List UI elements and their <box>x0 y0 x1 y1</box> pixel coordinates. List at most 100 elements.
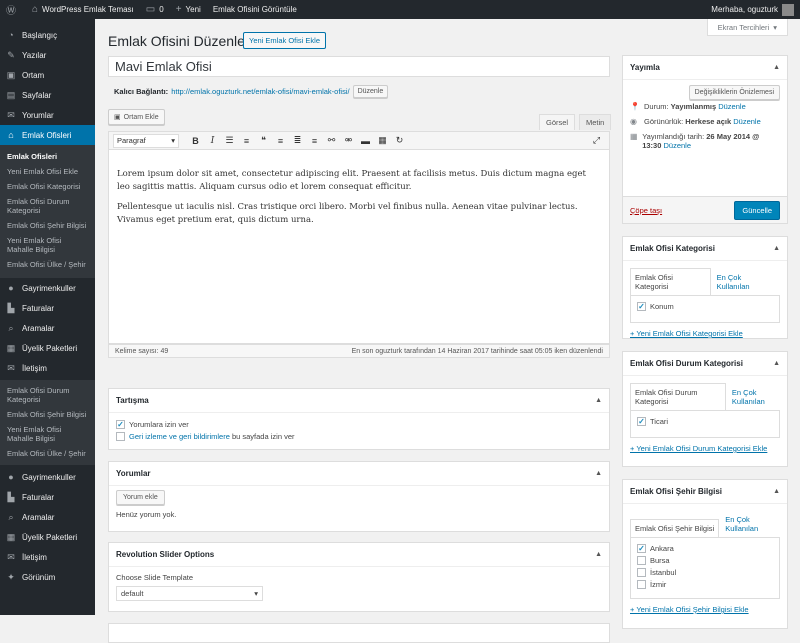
site-name-link[interactable]: ⌂ WordPress Emlak Teması <box>26 0 140 19</box>
format-select[interactable]: Paragraf ▾ <box>113 133 179 148</box>
post-title-input[interactable]: Mavi Emlak Ofisi <box>108 56 610 77</box>
add-media-button[interactable]: ▣ Ortam Ekle <box>108 109 165 125</box>
tab-visual[interactable]: Görsel <box>539 114 576 130</box>
term-checkbox[interactable] <box>637 556 646 565</box>
blockquote-icon[interactable]: ❝ <box>255 135 272 146</box>
submenu-item[interactable]: Emlak Ofisi Durum Kategorisi <box>0 194 95 218</box>
submenu-item[interactable]: Yeni Emlak Ofisi Mahalle Bilgisi <box>0 233 95 257</box>
term-checkbox[interactable] <box>637 580 646 589</box>
city-header[interactable]: Emlak Ofisi Şehir Bilgisi ▲ <box>623 480 787 504</box>
edit-status-link[interactable]: Düzenle <box>718 102 746 111</box>
comments-header[interactable]: Yorumlar ▲ <box>109 462 609 486</box>
sidebar-item-faturalar[interactable]: ▙ Faturalar <box>0 298 95 318</box>
screen-options-button[interactable]: Ekran Tercihleri ▾ <box>706 19 788 36</box>
trackbacks-link[interactable]: Geri izleme ve geri bildirimlere <box>129 432 230 441</box>
move-to-trash-link[interactable]: Çöpe taşı <box>630 206 662 215</box>
submenu-item[interactable]: Yeni Emlak Ofisi Mahalle Bilgisi <box>0 422 95 446</box>
sidebar-item-yorumlar[interactable]: ✉ Yorumlar <box>0 105 95 125</box>
permalink-url[interactable]: http://emlak.oguzturk.net/emlak-ofisi/ma… <box>171 87 349 96</box>
align-center-icon[interactable]: ≣ <box>289 135 306 146</box>
publish-header[interactable]: Yayımla ▲ <box>623 56 787 80</box>
add-new-button[interactable]: Yeni Emlak Ofisi Ekle <box>243 32 327 49</box>
collapse-icon[interactable]: ▲ <box>773 64 780 71</box>
tab-most-used[interactable]: En Çok Kullanılan <box>719 511 779 537</box>
collapse-icon[interactable]: ▲ <box>595 470 602 477</box>
sidebar-item--yelik-paketleri[interactable]: ▦ Üyelik Paketleri <box>0 527 95 547</box>
new-content-link[interactable]: + Yeni <box>170 0 207 19</box>
sidebar-item-i-leti-im[interactable]: ✉ İletişim <box>0 358 95 378</box>
collapse-icon[interactable]: ▲ <box>595 551 602 558</box>
allow-comments-checkbox[interactable]: ✓ <box>116 420 125 429</box>
unlink-icon[interactable]: ⚮ <box>340 135 357 146</box>
numbered-list-icon[interactable]: ≡ <box>238 136 255 146</box>
collapse-icon[interactable]: ▲ <box>773 245 780 252</box>
tab-all-cities[interactable]: Emlak Ofisi Şehir Bilgisi <box>630 519 720 537</box>
sidebar-item-aramalar[interactable]: ⌕ Aramalar <box>0 318 95 338</box>
bold-icon[interactable]: B <box>187 136 204 146</box>
edit-permalink-button[interactable]: Düzenle <box>352 85 389 98</box>
tab-all-status[interactable]: Emlak Ofisi Durum Kategorisi <box>630 383 726 410</box>
fullscreen-icon[interactable]: ⤢ <box>588 135 605 146</box>
align-right-icon[interactable]: ≡ <box>306 136 323 146</box>
add-city-link[interactable]: + Yeni Emlak Ofisi Şehir Bilgisi Ekle <box>630 605 780 614</box>
submenu-item[interactable]: Emlak Ofisi Kategorisi <box>0 179 95 194</box>
sidebar-item-sayfalar[interactable]: ▤ Sayfalar <box>0 85 95 105</box>
wp-logo-icon[interactable]: Ⓦ <box>0 0 26 19</box>
tab-text[interactable]: Metin <box>579 114 612 130</box>
term-checkbox[interactable] <box>637 568 646 577</box>
link-icon[interactable]: ⚯ <box>323 135 340 146</box>
sidebar-item-i-leti-im[interactable]: ✉ İletişim <box>0 547 95 567</box>
status-category-header[interactable]: Emlak Ofisi Durum Kategorisi ▲ <box>623 352 787 376</box>
align-left-icon[interactable]: ≡ <box>272 136 289 146</box>
edit-visibility-link[interactable]: Düzenle <box>733 117 761 126</box>
submenu-item[interactable]: Emlak Ofisi Ülke / Şehir <box>0 446 95 461</box>
comments-link[interactable]: ▭ 0 <box>140 0 170 19</box>
submenu-item[interactable]: Emlak Ofisleri <box>0 149 95 164</box>
tab-all-categories[interactable]: Emlak Ofisi Kategorisi <box>630 268 711 295</box>
submenu-item[interactable]: Emlak Ofisi Şehir Bilgisi <box>0 218 95 233</box>
collapse-icon[interactable]: ▲ <box>773 488 780 495</box>
submenu-item[interactable]: Emlak Ofisi Durum Kategorisi <box>0 383 95 407</box>
submenu-item[interactable]: Emlak Ofisi Şehir Bilgisi <box>0 407 95 422</box>
submenu-item[interactable]: Emlak Ofisi Ülke / Şehir <box>0 257 95 272</box>
sidebar-item-yaz-lar[interactable]: ✎ Yazılar <box>0 45 95 65</box>
collapse-icon[interactable]: ▲ <box>773 360 780 367</box>
term-checkbox[interactable]: ✓ <box>637 544 646 553</box>
refresh-icon[interactable]: ↻ <box>391 135 408 146</box>
package-icon: ▦ <box>6 342 16 353</box>
tab-most-used[interactable]: En Çok Kullanılan <box>726 384 780 410</box>
collapse-icon[interactable]: ▲ <box>595 397 602 404</box>
sidebar-item-aramalar[interactable]: ⌕ Aramalar <box>0 507 95 527</box>
sidebar-item-gayrimenkuller[interactable]: ● Gayrimenkuller <box>0 467 95 487</box>
sidebar-item-ortam[interactable]: ▣ Ortam <box>0 65 95 85</box>
edit-date-link[interactable]: Düzenle <box>663 141 691 150</box>
tab-most-used[interactable]: En Çok Kullanılan <box>711 269 780 295</box>
toolbar-toggle-icon[interactable]: ▦ <box>374 135 391 146</box>
revslider-header[interactable]: Revolution Slider Options ▲ <box>109 543 609 567</box>
update-button[interactable]: Güncelle <box>734 200 780 220</box>
read-more-icon[interactable]: ▬ <box>357 136 374 146</box>
bullet-list-icon[interactable]: ☰ <box>221 135 238 146</box>
add-category-link[interactable]: + Yeni Emlak Ofisi Kategorisi Ekle <box>630 329 780 338</box>
sidebar-item-faturalar[interactable]: ▙ Faturalar <box>0 487 95 507</box>
preview-changes-button[interactable]: Değişikliklerin Önizlemesi <box>688 85 780 100</box>
term-checkbox[interactable]: ✓ <box>637 417 646 426</box>
sidebar-item-emlak-ofisleri[interactable]: ⌂ Emlak Ofisleri <box>0 125 95 145</box>
allow-trackbacks-checkbox[interactable] <box>116 432 125 441</box>
add-comment-button[interactable]: Yorum ekle <box>116 490 165 505</box>
view-post-link[interactable]: Emlak Ofisini Görüntüle <box>207 0 303 19</box>
sidebar-item-g-r-n-m[interactable]: ✦ Görünüm <box>0 567 95 587</box>
term-checkbox[interactable]: ✓ <box>637 302 646 311</box>
italic-icon[interactable]: I <box>204 136 221 146</box>
sidebar-item-gayrimenkuller[interactable]: ● Gayrimenkuller <box>0 278 95 298</box>
sidebar-item-ba-lang-[interactable]: ◔ Başlangıç <box>0 25 95 45</box>
checklist-item: ✓ Konum <box>637 302 674 311</box>
sidebar-item--yelik-paketleri[interactable]: ▦ Üyelik Paketleri <box>0 338 95 358</box>
editor-content[interactable]: Lorem ipsum dolor sit amet, consectetur … <box>108 150 610 344</box>
add-status-link[interactable]: + Yeni Emlak Ofisi Durum Kategorisi Ekle <box>630 444 780 453</box>
category-header[interactable]: Emlak Ofisi Kategorisi ▲ <box>623 237 787 261</box>
submenu-item[interactable]: Yeni Emlak Ofisi Ekle <box>0 164 95 179</box>
discussion-header[interactable]: Tartışma ▲ <box>109 389 609 413</box>
slide-template-select[interactable]: default ▾ <box>116 586 263 601</box>
my-account[interactable]: Merhaba, oguzturk <box>711 3 800 16</box>
